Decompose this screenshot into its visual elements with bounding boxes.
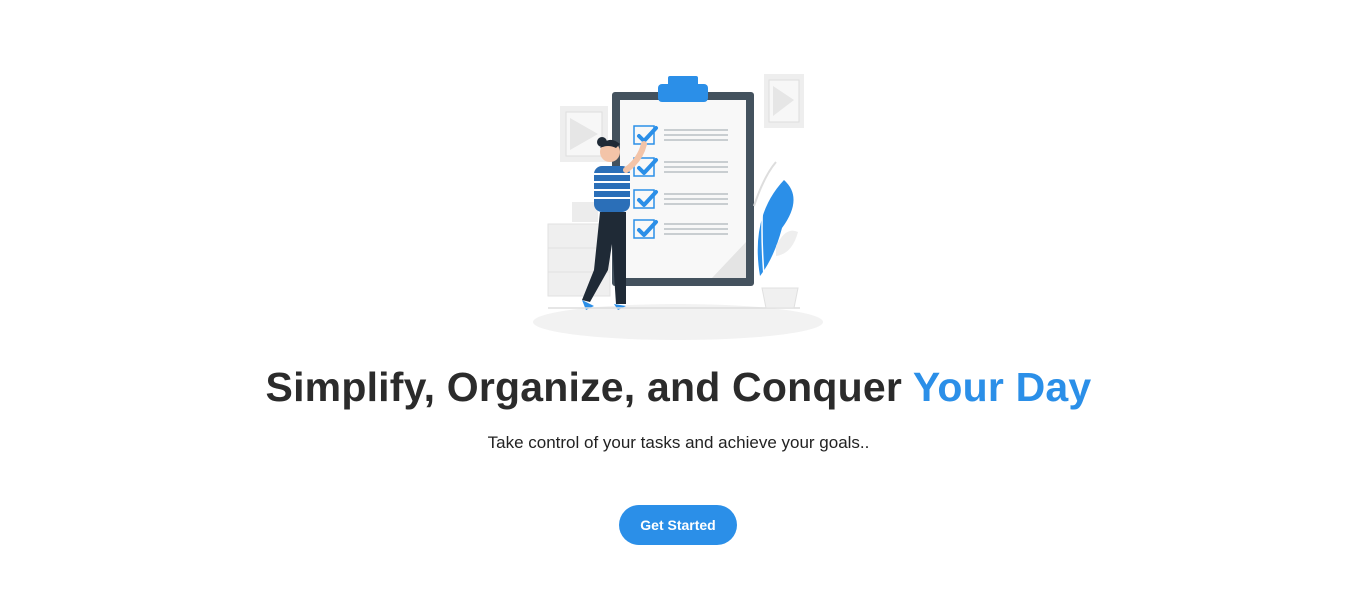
get-started-button[interactable]: Get Started: [619, 505, 737, 545]
hero-section: Simplify, Organize, and Conquer Your Day…: [0, 0, 1357, 594]
checklist-illustration-icon: [533, 74, 823, 340]
headline-main: Simplify, Organize, and Conquer: [265, 364, 903, 410]
page-title: Simplify, Organize, and Conquer Your Day: [0, 364, 1357, 411]
hero-subtitle: Take control of your tasks and achieve y…: [487, 433, 870, 452]
headline-accent: Your Day: [912, 364, 1092, 410]
